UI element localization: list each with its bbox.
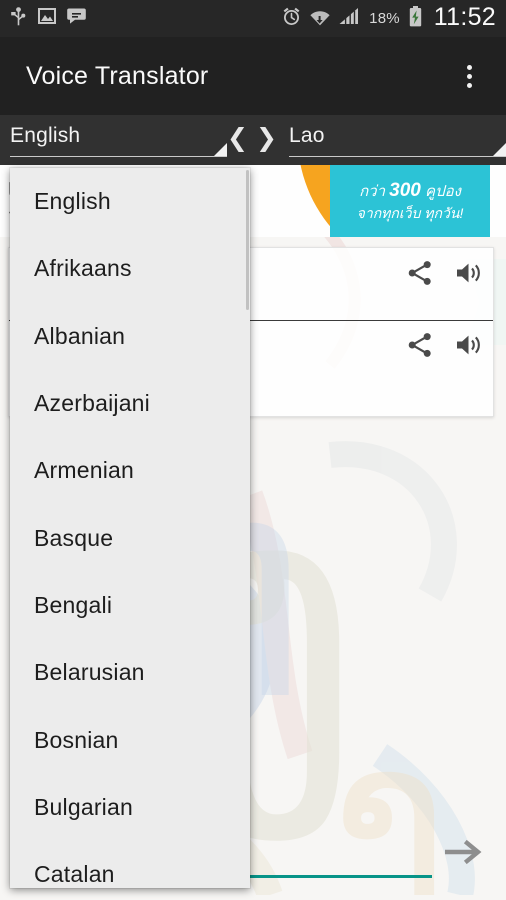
target-language-label: Lao xyxy=(288,124,325,147)
overflow-dot-icon xyxy=(466,64,472,70)
dropdown-item-azerbaijani[interactable]: Azerbaijani xyxy=(10,370,250,437)
share-icon[interactable] xyxy=(407,260,433,291)
dropdown-item-bulgarian[interactable]: Bulgarian xyxy=(10,774,250,841)
battery-percent-label: 18% xyxy=(369,10,400,27)
image-icon xyxy=(38,7,56,30)
volume-icon[interactable] xyxy=(455,260,483,291)
spinner-underline xyxy=(10,156,228,157)
volume-icon[interactable] xyxy=(455,332,483,363)
overflow-menu-button[interactable] xyxy=(454,54,484,98)
dropdown-item-afrikaans[interactable]: Afrikaans xyxy=(10,235,250,302)
status-bar-clock: 11:52 xyxy=(433,3,496,31)
dropdown-item-label: English xyxy=(34,188,111,215)
dropdown-item-armenian[interactable]: Armenian xyxy=(10,437,250,504)
app-root: 18% 11:52 Voice Translator English ❮ ❯ L… xyxy=(0,0,506,900)
language-selection-bar: English ❮ ❯ Lao xyxy=(0,115,506,165)
arrow-right-icon xyxy=(444,839,483,870)
dropdown-item-label: Bosnian xyxy=(34,726,119,753)
dropdown-item-bengali[interactable]: Bengali xyxy=(10,572,250,639)
chevron-right-icon: ❯ xyxy=(256,123,277,152)
dropdown-item-label: Albanian xyxy=(34,322,126,349)
source-language-spinner[interactable]: English xyxy=(10,120,228,160)
dropdown-item-label: Basque xyxy=(34,524,114,551)
status-bar-right-icons: 18% 11:52 xyxy=(282,3,496,32)
dropdown-item-label: Belarusian xyxy=(34,659,145,686)
signal-icon xyxy=(339,7,360,30)
banner-promo-line-1: กว่า 300 คูปอง xyxy=(359,180,461,201)
share-icon[interactable] xyxy=(407,332,433,363)
source-language-label: English xyxy=(10,124,81,147)
spinner-underline xyxy=(288,156,506,157)
language-dropdown[interactable]: English Afrikaans Albanian Azerbaijani A… xyxy=(10,168,250,888)
usb-icon xyxy=(10,6,27,31)
overflow-dot-icon xyxy=(466,73,472,79)
chevron-left-icon: ❮ xyxy=(227,123,248,152)
dropdown-scrollbar[interactable] xyxy=(246,170,249,310)
dropdown-item-label: Bengali xyxy=(34,591,113,618)
alarm-icon xyxy=(282,7,301,31)
language-dropdown-list: English Afrikaans Albanian Azerbaijani A… xyxy=(10,168,250,888)
swap-languages-button[interactable]: ❮ ❯ xyxy=(227,123,277,152)
wifi-icon xyxy=(310,7,330,31)
page-title: Voice Translator xyxy=(26,61,209,90)
dropdown-item-label: Afrikaans xyxy=(34,255,132,282)
message-icon xyxy=(67,7,86,30)
dropdown-item-bosnian[interactable]: Bosnian xyxy=(10,706,250,773)
dropdown-item-label: Catalan xyxy=(34,861,115,888)
translation-row-actions-bottom xyxy=(407,332,483,363)
dropdown-item-basque[interactable]: Basque xyxy=(10,504,250,571)
dropdown-item-english[interactable]: English xyxy=(10,168,250,235)
target-language-spinner[interactable]: Lao xyxy=(288,120,506,160)
status-bar: 18% 11:52 xyxy=(0,0,506,37)
dropdown-item-label: Armenian xyxy=(34,457,135,484)
app-bar: Voice Translator xyxy=(0,37,506,115)
dropdown-item-label: Bulgarian xyxy=(34,793,133,820)
dropdown-item-albanian[interactable]: Albanian xyxy=(10,303,250,370)
dropdown-item-catalan[interactable]: Catalan xyxy=(10,841,250,888)
status-bar-left-icons xyxy=(10,6,86,31)
chevron-down-icon xyxy=(214,143,228,156)
send-button[interactable] xyxy=(442,834,486,874)
overflow-dot-icon xyxy=(466,82,472,88)
translation-row-actions-top xyxy=(407,260,483,291)
battery-charging-icon xyxy=(409,5,422,32)
dropdown-item-belarusian[interactable]: Belarusian xyxy=(10,639,250,706)
dropdown-item-label: Azerbaijani xyxy=(34,390,150,417)
banner-promo-line-2: จากทุกเว็บ ทุกวัน! xyxy=(356,205,464,221)
banner-promo-block: กว่า 300 คูปอง จากทุกเว็บ ทุกวัน! xyxy=(330,165,490,237)
chevron-down-icon xyxy=(493,143,506,156)
